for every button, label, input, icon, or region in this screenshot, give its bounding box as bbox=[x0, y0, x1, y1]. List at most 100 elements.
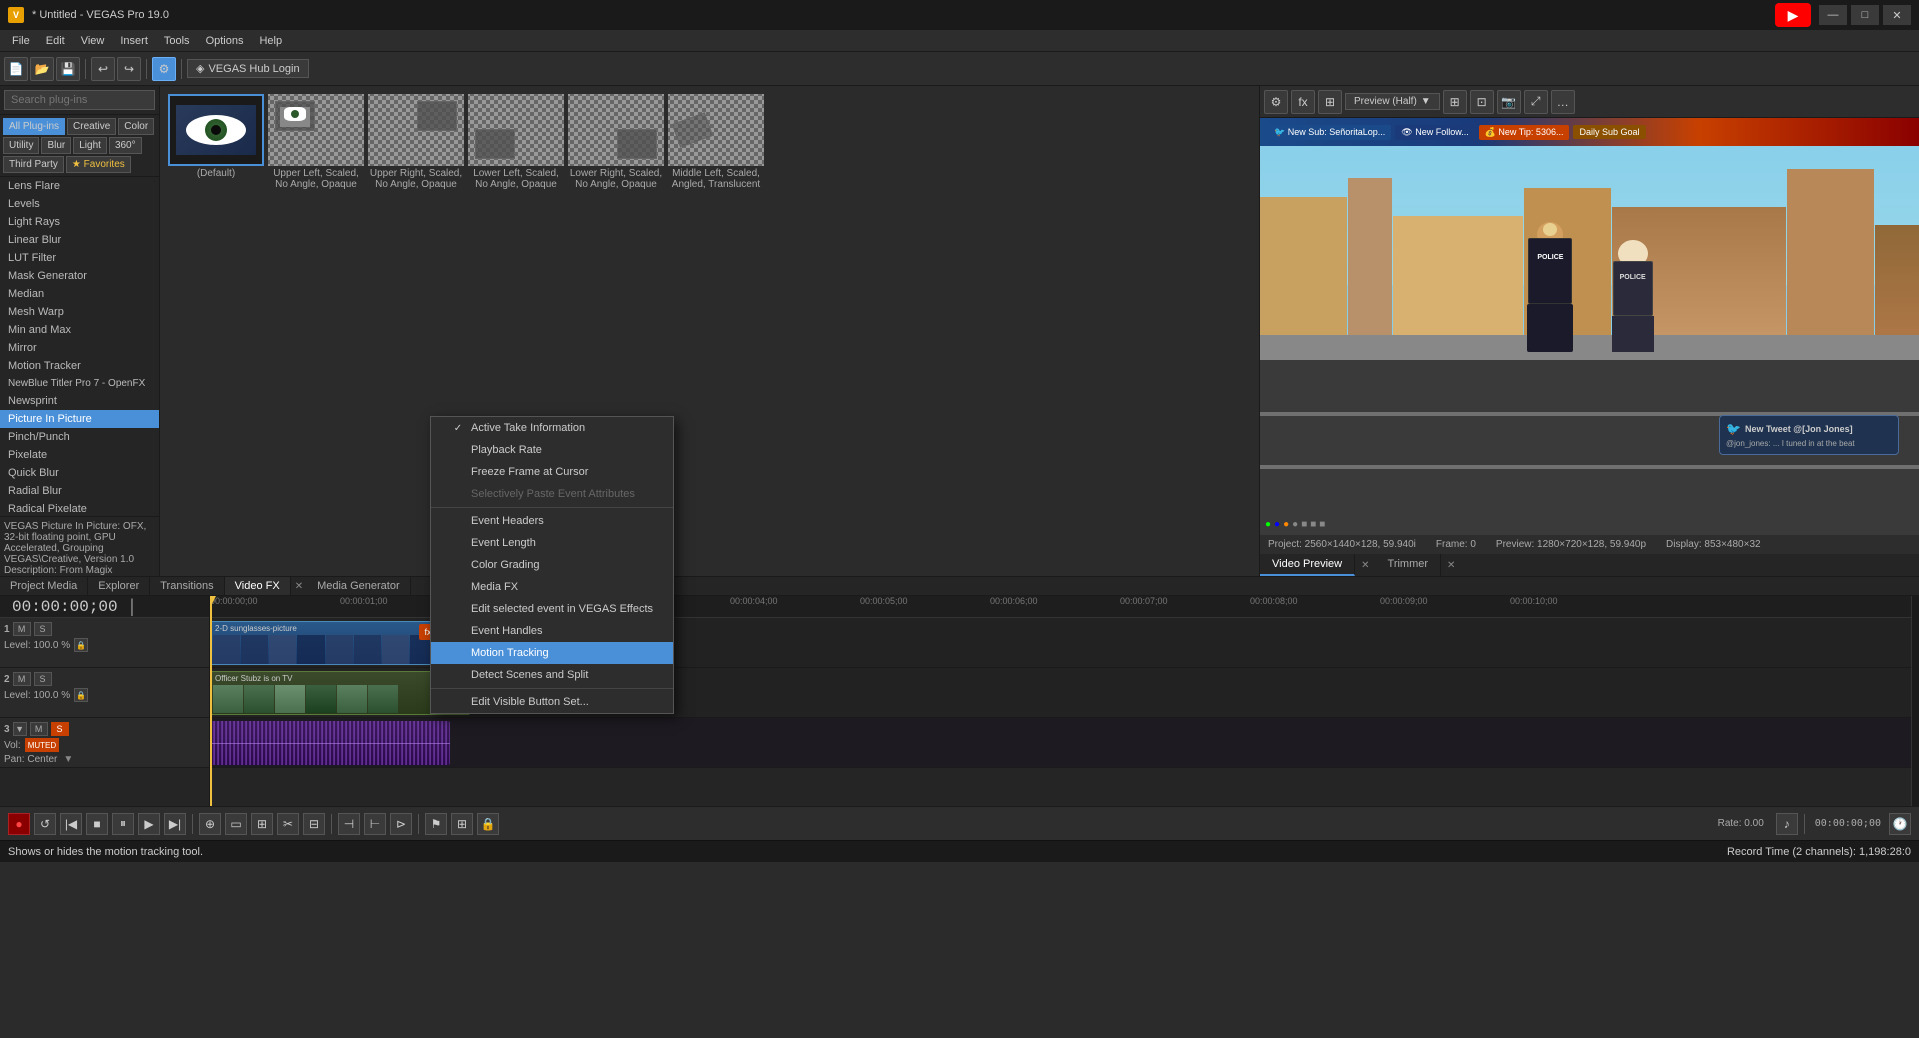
auto-ripple-btn[interactable]: ⊳ bbox=[390, 813, 412, 835]
trim-btn[interactable]: ✂ bbox=[277, 813, 299, 835]
plugin-radial-blur[interactable]: Radial Blur bbox=[0, 482, 159, 500]
timecode-mode-btn[interactable]: 🕐 bbox=[1889, 813, 1911, 835]
preview-capture-btn[interactable]: 📷 bbox=[1497, 90, 1521, 114]
menu-file[interactable]: File bbox=[4, 33, 38, 49]
tab-360[interactable]: 360° bbox=[109, 137, 142, 154]
tab-trimmer[interactable]: Trimmer bbox=[1376, 554, 1442, 576]
ctx-event-handles[interactable]: Event Handles bbox=[431, 620, 673, 642]
menu-insert[interactable]: Insert bbox=[112, 33, 156, 49]
tab-all-plugins[interactable]: All Plug-ins bbox=[3, 118, 65, 135]
plugin-light-rays[interactable]: Light Rays bbox=[0, 213, 159, 231]
plugin-lut-filter[interactable]: LUT Filter bbox=[0, 249, 159, 267]
new-button[interactable]: 📄 bbox=[4, 57, 28, 81]
thumb-default[interactable]: (Default) bbox=[168, 94, 264, 568]
plugin-min-and-max[interactable]: Min and Max bbox=[0, 321, 159, 339]
tab-video-fx[interactable]: Video FX bbox=[225, 577, 291, 595]
preview-ext-btn[interactable]: ⤢ bbox=[1524, 90, 1548, 114]
undo-button[interactable]: ↩ bbox=[91, 57, 115, 81]
pause-btn[interactable]: ⏸ bbox=[112, 813, 134, 835]
tab-explorer[interactable]: Explorer bbox=[88, 577, 150, 595]
plugin-newblue-titler[interactable]: NewBlue Titler Pro 7 - OpenFX bbox=[0, 375, 159, 392]
render-button[interactable]: ⚙ bbox=[152, 57, 176, 81]
ctx-edit-visible[interactable]: Edit Visible Button Set... bbox=[431, 691, 673, 713]
preview-split-btn[interactable]: ⊞ bbox=[1318, 90, 1342, 114]
maximize-button[interactable]: □ bbox=[1851, 5, 1879, 25]
snap-btn[interactable]: ⊣ bbox=[338, 813, 360, 835]
thumb-middle-left[interactable]: Middle Left, Scaled, Angled, Translucent bbox=[668, 94, 764, 568]
track-2-s-btn[interactable]: S bbox=[34, 672, 52, 686]
tab-third-party[interactable]: Third Party bbox=[3, 156, 64, 173]
minimize-button[interactable]: — bbox=[1819, 5, 1847, 25]
close-video-fx-tab[interactable]: ✕ bbox=[291, 577, 307, 595]
track-2-lock-btn[interactable]: 🔒 bbox=[74, 688, 88, 702]
redo-button[interactable]: ↪ bbox=[117, 57, 141, 81]
stop-btn[interactable]: ■ bbox=[86, 813, 108, 835]
split-btn[interactable]: ⊟ bbox=[303, 813, 325, 835]
tab-video-preview[interactable]: Video Preview bbox=[1260, 554, 1355, 576]
next-btn[interactable]: ▶| bbox=[164, 813, 186, 835]
tab-blur[interactable]: Blur bbox=[41, 137, 71, 154]
plugin-quick-blur[interactable]: Quick Blur bbox=[0, 464, 159, 482]
ctx-media-fx[interactable]: Media FX bbox=[431, 576, 673, 598]
plugin-lens-flare[interactable]: Lens Flare bbox=[0, 177, 159, 195]
ctx-event-length[interactable]: Event Length bbox=[431, 532, 673, 554]
prev-btn[interactable]: |◀ bbox=[60, 813, 82, 835]
tab-transitions[interactable]: Transitions bbox=[150, 577, 224, 595]
open-button[interactable]: 📂 bbox=[30, 57, 54, 81]
preview-fx-btn[interactable]: fx bbox=[1291, 90, 1315, 114]
loop-btn[interactable]: ↺ bbox=[34, 813, 56, 835]
preview-more-btn[interactable]: … bbox=[1551, 90, 1575, 114]
plugin-motion-tracker[interactable]: Motion Tracker bbox=[0, 357, 159, 375]
tab-project-media[interactable]: Project Media bbox=[0, 577, 88, 595]
track-2-m-btn[interactable]: M bbox=[13, 672, 31, 686]
tab-utility[interactable]: Utility bbox=[3, 137, 39, 154]
close-preview-tab[interactable]: ✕ bbox=[1361, 560, 1369, 571]
plugin-newsprint[interactable]: Newsprint bbox=[0, 392, 159, 410]
plugin-median[interactable]: Median bbox=[0, 285, 159, 303]
playhead[interactable] bbox=[210, 596, 212, 806]
tab-creative[interactable]: Creative bbox=[67, 118, 116, 135]
track-3-arrow-btn[interactable]: ▼ bbox=[13, 722, 27, 736]
preview-size-btn[interactable]: Preview (Half) ▼ bbox=[1345, 93, 1440, 110]
hub-login-button[interactable]: ◈ VEGAS Hub Login bbox=[187, 59, 309, 78]
zoom-btn[interactable]: ⊞ bbox=[251, 813, 273, 835]
tab-color[interactable]: Color bbox=[118, 118, 154, 135]
track-1-m-btn[interactable]: M bbox=[13, 622, 31, 636]
menu-options[interactable]: Options bbox=[198, 33, 252, 49]
play-btn[interactable]: ▶ bbox=[138, 813, 160, 835]
tab-favorites[interactable]: ★ Favorites bbox=[66, 156, 131, 173]
menu-edit[interactable]: Edit bbox=[38, 33, 73, 49]
close-trimmer-tab[interactable]: ✕ bbox=[1441, 554, 1461, 576]
ctx-active-take-info[interactable]: ✓ Active Take Information bbox=[431, 417, 673, 439]
clip-sunglasses[interactable]: 2-D sunglasses-picture fx bbox=[210, 621, 440, 665]
plugin-mesh-warp[interactable]: Mesh Warp bbox=[0, 303, 159, 321]
plugin-mask-generator[interactable]: Mask Generator bbox=[0, 267, 159, 285]
ctx-playback-rate[interactable]: Playback Rate bbox=[431, 439, 673, 461]
search-input[interactable] bbox=[4, 90, 155, 110]
plugin-mirror[interactable]: Mirror bbox=[0, 339, 159, 357]
marker-btn[interactable]: ⚑ bbox=[425, 813, 447, 835]
track-3-s-btn[interactable]: S bbox=[51, 722, 69, 736]
plugin-linear-blur[interactable]: Linear Blur bbox=[0, 231, 159, 249]
ripple-btn[interactable]: ⊢ bbox=[364, 813, 386, 835]
preview-snap-btn[interactable]: ⊡ bbox=[1470, 90, 1494, 114]
region-btn[interactable]: ⊞ bbox=[451, 813, 473, 835]
tab-light[interactable]: Light bbox=[73, 137, 107, 154]
record-btn[interactable]: ● bbox=[8, 813, 30, 835]
menu-tools[interactable]: Tools bbox=[156, 33, 198, 49]
track-1-s-btn[interactable]: S bbox=[34, 622, 52, 636]
close-button[interactable]: ✕ bbox=[1883, 5, 1911, 25]
menu-help[interactable]: Help bbox=[251, 33, 290, 49]
tab-media-generator[interactable]: Media Generator bbox=[307, 577, 411, 595]
track-3-m-btn[interactable]: M bbox=[30, 722, 48, 736]
youtube-icon[interactable]: ▶ bbox=[1775, 3, 1811, 27]
save-button[interactable]: 💾 bbox=[56, 57, 80, 81]
ctx-freeze-frame[interactable]: Freeze Frame at Cursor bbox=[431, 461, 673, 483]
menu-view[interactable]: View bbox=[73, 33, 113, 49]
lock-btn[interactable]: 🔒 bbox=[477, 813, 499, 835]
cursor-btn[interactable]: ⊕ bbox=[199, 813, 221, 835]
ctx-color-grading[interactable]: Color Grading bbox=[431, 554, 673, 576]
thumb-upper-left[interactable]: Upper Left, Scaled, No Angle, Opaque bbox=[268, 94, 364, 568]
ctx-event-headers[interactable]: Event Headers bbox=[431, 510, 673, 532]
preview-settings-btn[interactable]: ⚙ bbox=[1264, 90, 1288, 114]
